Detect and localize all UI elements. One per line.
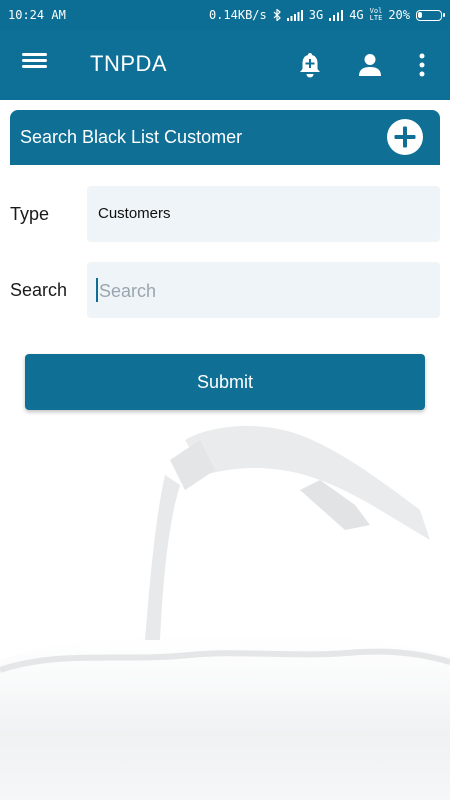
battery-icon xyxy=(416,9,445,21)
status-indicators: 0.14KB/s 3G 4G Vol LTE 20% xyxy=(208,8,445,22)
fuel-nozzle-watermark-image xyxy=(0,425,450,800)
volte-bottom: LTE xyxy=(369,14,383,22)
submit-button[interactable]: Submit xyxy=(25,354,425,410)
panel-header: Search Black List Customer xyxy=(10,110,440,165)
type-select[interactable]: Customers xyxy=(87,186,440,242)
app-bar: TNPDA xyxy=(0,30,450,100)
bluetooth-icon xyxy=(273,9,281,21)
panel-title: Search Black List Customer xyxy=(20,127,243,147)
bell-plus-icon[interactable] xyxy=(295,50,325,80)
status-time: 10:24 AM xyxy=(8,8,66,22)
network-3g: 3G xyxy=(308,8,324,22)
app-title: TNPDA xyxy=(90,51,168,76)
type-label: Type xyxy=(10,204,50,224)
text-cursor xyxy=(96,278,98,302)
add-button[interactable] xyxy=(387,119,423,155)
status-bar: 10:24 AM 0.14KB/s 3G 4G Vol LTE 20% xyxy=(0,0,450,30)
more-vertical-icon[interactable] xyxy=(414,51,430,79)
search-field xyxy=(87,262,440,318)
network-speed: 0.14KB/s xyxy=(208,8,267,22)
signal-icon xyxy=(329,9,344,21)
search-input[interactable] xyxy=(97,278,431,304)
volte-indicator: Vol LTE xyxy=(370,8,383,22)
type-value: Customers xyxy=(98,205,171,222)
search-label: Search xyxy=(10,280,68,300)
battery-level xyxy=(418,11,422,18)
person-icon[interactable] xyxy=(356,51,384,79)
network-4g: 4G xyxy=(349,8,364,22)
plus-icon xyxy=(394,126,416,148)
battery-percent: 20% xyxy=(388,8,410,22)
hamburger-menu-icon[interactable] xyxy=(22,52,48,78)
signal-icon xyxy=(286,9,303,21)
